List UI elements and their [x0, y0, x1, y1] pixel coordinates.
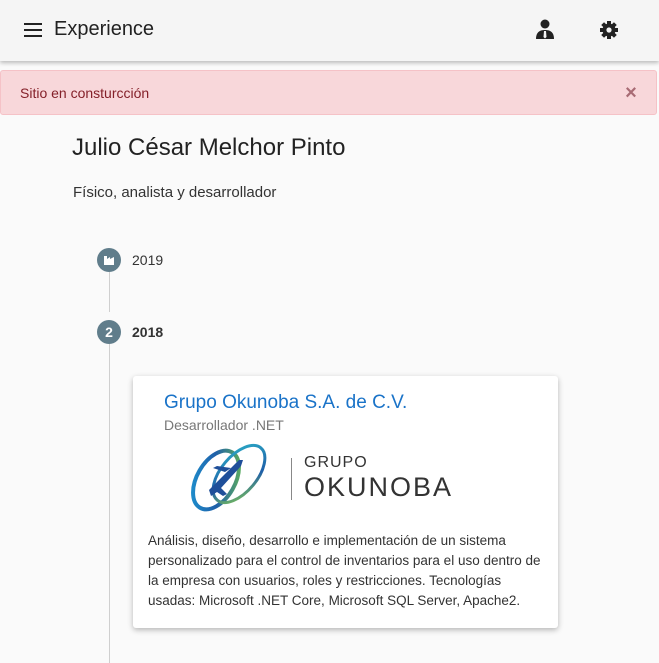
job-description: Análisis, diseño, desarrollo e implement…	[148, 533, 541, 608]
timeline-badge: 2	[97, 320, 121, 344]
menu-icon[interactable]	[20, 17, 46, 43]
timeline-year: 2018	[132, 324, 164, 340]
logo-text-line1: GRUPO	[304, 454, 368, 471]
app-toolbar: Experience	[0, 0, 659, 61]
company-link[interactable]: Grupo Okunoba S.A. de C.V.	[164, 392, 407, 414]
company-logo	[191, 444, 267, 512]
timeline-connector	[109, 272, 110, 312]
timeline-connector	[109, 344, 110, 663]
timeline-year: 2019	[132, 252, 164, 268]
logo-text-line2: OKUNOBA	[304, 472, 454, 502]
logo-divider	[291, 458, 292, 500]
factory-icon	[97, 248, 121, 272]
alert-message: Sitio en consturcción	[20, 85, 150, 101]
close-icon[interactable]: ×	[621, 81, 641, 105]
job-role: Desarrollador .NET	[164, 417, 284, 433]
experience-card: Grupo Okunoba S.A. de C.V. Desarrollador…	[133, 376, 558, 628]
gear-icon[interactable]	[595, 16, 623, 44]
profile-name: Julio César Melchor Pinto	[72, 134, 346, 161]
user-tie-icon[interactable]	[531, 16, 559, 44]
construction-alert: Sitio en consturcción ×	[0, 70, 657, 115]
profile-subtitle: Físico, analista y desarrollador	[73, 184, 277, 201]
page-title: Experience	[54, 18, 155, 40]
